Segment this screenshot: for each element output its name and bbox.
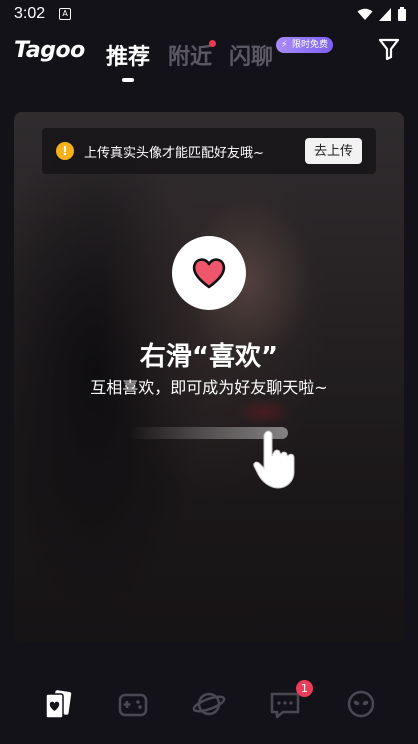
profile-card[interactable]: ! 上传真实头像才能匹配好友哦~ 去上传 右滑“喜欢” 互相喜欢，即可成为好友聊… [14, 112, 404, 642]
notification-icon: A [59, 8, 72, 20]
game-icon [118, 693, 148, 717]
swipe-hand-icon [253, 430, 295, 489]
nav-planet[interactable] [191, 686, 227, 722]
wifi-icon [357, 8, 373, 20]
heart-icon [192, 258, 226, 289]
tab-flash-chat[interactable]: 闪聊 [229, 39, 273, 71]
status-time: 3:02 [14, 5, 46, 22]
app-logo: Tagoo [14, 38, 85, 63]
bolt-icon: ⚡ [281, 40, 288, 50]
upload-avatar-tip: ! 上传真实头像才能匹配好友哦~ 去上传 [42, 128, 376, 174]
tip-text: 上传真实头像才能匹配好友哦~ [84, 146, 264, 161]
swipe-subtitle: 互相喜欢，即可成为好友聊天啦~ [90, 378, 328, 397]
promo-badge-label: 限时免费 [292, 40, 329, 50]
signal-icon [379, 7, 391, 21]
alien-icon [347, 690, 375, 718]
like-circle [172, 236, 246, 310]
cards-icon [45, 690, 72, 719]
tab-recommend[interactable]: 推荐 [106, 39, 150, 71]
info-icon: ! [56, 142, 74, 160]
nav-cards[interactable] [40, 686, 76, 722]
tab-nearby[interactable]: 附近 [168, 39, 212, 71]
status-bar: 3:02 A [0, 0, 418, 28]
status-icons [357, 7, 406, 21]
promo-badge: ⚡ 限时免费 [276, 37, 334, 53]
bottom-navigation: 1 [0, 668, 418, 740]
planet-icon [192, 692, 226, 716]
message-badge: 1 [296, 680, 313, 697]
nearby-notification-dot [209, 40, 216, 47]
upload-button[interactable]: 去上传 [304, 138, 362, 164]
swipe-title: 右滑“喜欢” [139, 342, 279, 372]
battery-icon [398, 7, 406, 21]
nav-profile[interactable] [343, 686, 379, 722]
top-navigation: Tagoo 推荐 附近 闪聊 ⚡ 限时免费 [0, 30, 418, 86]
filter-icon[interactable] [378, 37, 400, 61]
active-tab-indicator [122, 78, 134, 82]
message-icon [270, 692, 300, 719]
nav-game[interactable] [115, 686, 151, 722]
